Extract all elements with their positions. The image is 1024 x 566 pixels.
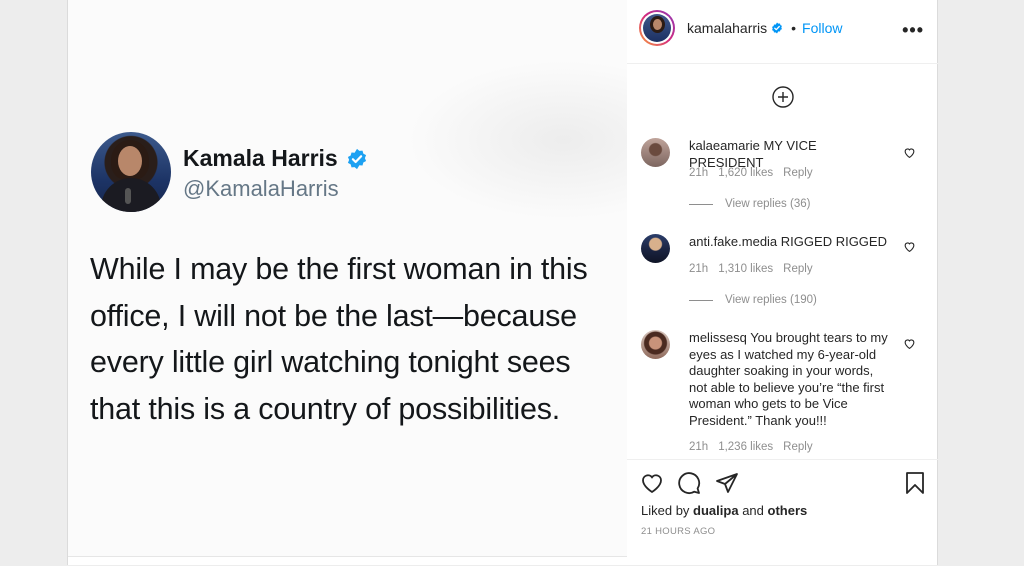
liked-and: and: [742, 503, 764, 518]
view-replies-text: View replies (36): [725, 198, 811, 210]
header-user: kamalaharris • Follow: [687, 20, 843, 36]
reply-button[interactable]: Reply: [783, 167, 812, 179]
comment-likes[interactable]: 1,310 likes: [718, 263, 773, 275]
view-replies-text: View replies (190): [725, 294, 817, 306]
comment-likes[interactable]: 1,236 likes: [718, 441, 773, 453]
post-sidebar: kamalaharris • Follow ••• kalaeamarie MY…: [627, 0, 938, 565]
comment-age: 21h: [689, 441, 709, 453]
tweet-text: While I may be the first woman in this o…: [90, 252, 588, 426]
post-actions: Liked by dualipa and others 21 HOURS AGO: [627, 459, 938, 566]
comment-meta: 21h 1,236 likes Reply: [689, 441, 813, 453]
liked-by: Liked by dualipa and others: [641, 503, 807, 518]
view-replies-button[interactable]: View replies (36): [689, 198, 810, 210]
heart-icon[interactable]: [903, 240, 916, 253]
heart-icon[interactable]: [903, 337, 916, 350]
comment-body: anti.fake.media RIGGED RIGGED: [689, 234, 889, 251]
tweet-avatar: [91, 132, 171, 212]
liked-user[interactable]: dualipa: [693, 503, 739, 518]
liked-others[interactable]: others: [768, 503, 808, 518]
comment-text: RIGGED RIGGED: [780, 234, 887, 249]
tweet-author-name: Kamala Harris: [183, 145, 368, 172]
comment-meta: 21h 1,620 likes Reply: [689, 167, 813, 179]
instagram-post: Kamala Harris @KamalaHarris While I may …: [67, 0, 938, 565]
comment-age: 21h: [689, 167, 709, 179]
profile-username[interactable]: kamalaharris: [687, 20, 767, 36]
commenter-avatar[interactable]: [641, 138, 670, 167]
comment-body: melissesq You brought tears to my eyes a…: [689, 330, 889, 429]
reply-button[interactable]: Reply: [783, 441, 812, 453]
bookmark-icon[interactable]: [903, 471, 927, 495]
comment-username[interactable]: melissesq: [689, 330, 747, 345]
view-replies-button[interactable]: View replies (190): [689, 294, 817, 306]
heart-icon[interactable]: [903, 146, 916, 159]
tweet-author-name-text: Kamala Harris: [183, 145, 338, 171]
comment-username[interactable]: kalaeamarie: [689, 138, 760, 153]
heart-icon[interactable]: [640, 471, 664, 495]
profile-avatar[interactable]: [639, 10, 675, 46]
more-icon[interactable]: •••: [902, 20, 924, 41]
reply-button[interactable]: Reply: [783, 263, 812, 275]
liked-prefix: Liked by: [641, 503, 690, 518]
add-comment-icon[interactable]: [772, 86, 794, 108]
comment-username[interactable]: anti.fake.media: [689, 234, 777, 249]
replies-line: [689, 299, 713, 301]
follow-button[interactable]: Follow: [802, 20, 842, 36]
post-header: kamalaharris • Follow •••: [627, 0, 938, 64]
replies-line: [689, 203, 713, 205]
flag-background: [407, 60, 627, 220]
commenter-avatar[interactable]: [641, 234, 670, 263]
separator-dot: •: [791, 20, 797, 36]
tweet-handle: @KamalaHarris: [183, 176, 339, 201]
comment-meta: 21h 1,310 likes Reply: [689, 263, 813, 275]
comment-age: 21h: [689, 263, 709, 275]
share-icon[interactable]: [715, 471, 739, 495]
post-timestamp[interactable]: 21 HOURS AGO: [641, 526, 715, 537]
comment-likes[interactable]: 1,620 likes: [718, 167, 773, 179]
post-image[interactable]: Kamala Harris @KamalaHarris While I may …: [68, 0, 627, 557]
commenter-avatar[interactable]: [641, 330, 670, 359]
verified-icon: [772, 22, 783, 34]
verified-icon: [347, 148, 366, 169]
comment-icon[interactable]: [677, 471, 701, 495]
